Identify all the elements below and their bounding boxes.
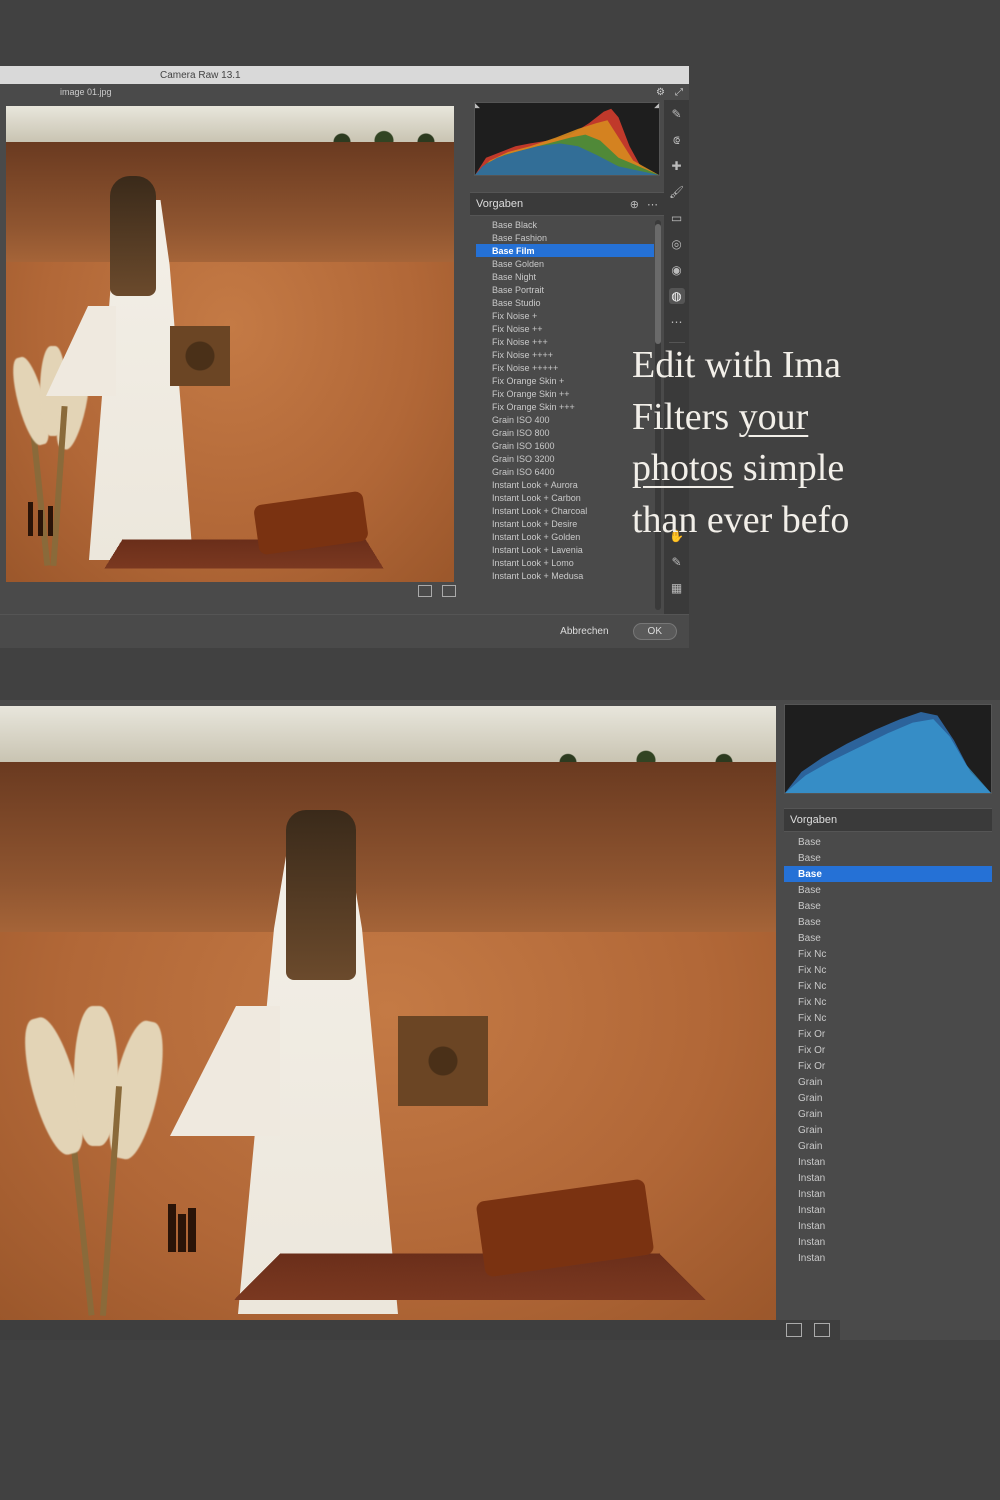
preset-item[interactable]: Base xyxy=(784,914,992,930)
preset-item[interactable]: Base xyxy=(784,866,992,882)
preset-item[interactable]: Fix Or xyxy=(784,1042,992,1058)
presets-tool-icon[interactable]: ◍ xyxy=(669,288,685,304)
preset-item[interactable]: Fix Nc xyxy=(784,994,992,1010)
preset-item[interactable]: Fix Or xyxy=(784,1026,992,1042)
preset-item[interactable]: Instant Look + Aurora xyxy=(476,478,654,491)
presets-list-large[interactable]: Base Base Base Base Base Base Base Fix N… xyxy=(784,834,992,1340)
redeye-tool-icon[interactable]: ◉ xyxy=(669,262,685,278)
preset-item[interactable]: Instan xyxy=(784,1250,992,1266)
preset-item[interactable]: Instant Look + Charcoal xyxy=(476,504,654,517)
preset-item[interactable]: Base Portrait xyxy=(476,283,654,296)
preset-item[interactable]: Grain ISO 800 xyxy=(476,426,654,439)
preset-item[interactable]: Fix Noise +++ xyxy=(476,335,654,348)
filename-bar: image 01.jpg ⚙ ⤢ xyxy=(0,84,689,100)
promo-text: Edit with Ima Filters your photos simple… xyxy=(632,340,1000,547)
preset-item[interactable]: Grain ISO 400 xyxy=(476,413,654,426)
presets-title: Vorgaben xyxy=(476,198,523,210)
image-preview-area xyxy=(0,100,470,614)
preset-item[interactable]: Base xyxy=(784,898,992,914)
preset-item[interactable]: Base Studio xyxy=(476,296,654,309)
filmstrip-split-icon[interactable] xyxy=(814,1323,830,1337)
dialog-footer: Abbrechen OK xyxy=(0,614,689,648)
image-preview[interactable] xyxy=(6,106,454,582)
presets-title-large: Vorgaben xyxy=(790,814,837,826)
heal-tool-icon[interactable]: ✚ xyxy=(669,158,685,174)
preset-item[interactable]: Fix Or xyxy=(784,1058,992,1074)
preset-item[interactable]: Instan xyxy=(784,1186,992,1202)
app-title: Camera Raw 13.1 xyxy=(160,70,241,81)
presets-panel-header-large[interactable]: Vorgaben xyxy=(784,808,992,832)
filmstrip-single-icon[interactable] xyxy=(418,585,432,597)
preset-item[interactable]: Grain xyxy=(784,1074,992,1090)
preset-item[interactable]: Fix Noise +++++ xyxy=(476,361,654,374)
sampler-tool-icon[interactable]: ✎ xyxy=(669,554,685,570)
preset-item[interactable]: Fix Noise + xyxy=(476,309,654,322)
preset-item[interactable]: Instan xyxy=(784,1170,992,1186)
grid-tool-icon[interactable]: ▦ xyxy=(669,580,685,596)
preset-item[interactable]: Instan xyxy=(784,1234,992,1250)
preset-item[interactable]: Fix Nc xyxy=(784,962,992,978)
presets-menu-icon[interactable]: ⋯ xyxy=(647,198,658,211)
preset-item[interactable]: Instant Look + Medusa xyxy=(476,569,654,582)
crop-tool-icon[interactable]: ⟃ xyxy=(669,132,685,148)
preset-item[interactable]: Fix Nc xyxy=(784,946,992,962)
filename-label: image 01.jpg xyxy=(60,87,112,97)
preset-item[interactable]: Fix Orange Skin +++ xyxy=(476,400,654,413)
preset-item[interactable]: Fix Noise ++ xyxy=(476,322,654,335)
brush-tool-icon[interactable]: 🖌 xyxy=(669,184,685,200)
camera-raw-dialog-zoomed: Vorgaben Base Base Base Base Base Base B… xyxy=(0,700,1000,1340)
more-tool-icon[interactable]: ⋯ xyxy=(669,314,685,330)
preset-item[interactable]: Fix Nc xyxy=(784,978,992,994)
preset-item[interactable]: Base xyxy=(784,850,992,866)
preset-item[interactable]: Instant Look + Golden xyxy=(476,530,654,543)
filmstrip-single-icon[interactable] xyxy=(786,1323,802,1337)
preset-item[interactable]: Fix Noise ++++ xyxy=(476,348,654,361)
fullscreen-icon[interactable]: ⤢ xyxy=(675,87,683,98)
preset-item[interactable]: Base xyxy=(784,930,992,946)
presets-panel-header[interactable]: Vorgaben ⊕ ⋯ xyxy=(470,192,664,216)
camera-raw-dialog: Camera Raw 13.1 image 01.jpg ⚙ ⤢ ◣ xyxy=(0,66,689,648)
preset-item[interactable]: Grain ISO 6400 xyxy=(476,465,654,478)
preset-item[interactable]: Base Night xyxy=(476,270,654,283)
preset-item[interactable]: Instant Look + Lavenia xyxy=(476,543,654,556)
preset-item[interactable]: Instan xyxy=(784,1202,992,1218)
preset-item[interactable]: Grain ISO 1600 xyxy=(476,439,654,452)
radial-tool-icon[interactable]: ◎ xyxy=(669,236,685,252)
preset-item[interactable]: Base Black xyxy=(476,218,654,231)
cancel-button[interactable]: Abbrechen xyxy=(546,624,622,639)
histogram-large[interactable] xyxy=(784,704,992,794)
preset-item[interactable]: Grain xyxy=(784,1106,992,1122)
preset-item[interactable]: Fix Nc xyxy=(784,1010,992,1026)
preset-item[interactable]: Fix Orange Skin ++ xyxy=(476,387,654,400)
grad-tool-icon[interactable]: ▭ xyxy=(669,210,685,226)
preset-item[interactable]: Grain xyxy=(784,1138,992,1154)
histogram[interactable]: ◣ ◢ xyxy=(474,102,660,176)
preset-item[interactable]: Fix Orange Skin + xyxy=(476,374,654,387)
window-titlebar: Camera Raw 13.1 xyxy=(0,66,689,84)
preset-item[interactable]: Grain xyxy=(784,1122,992,1138)
preset-item[interactable]: Instan xyxy=(784,1154,992,1170)
preset-item[interactable]: Base Film xyxy=(476,244,654,257)
filmstrip-split-icon[interactable] xyxy=(442,585,456,597)
edit-tool-icon[interactable]: ✎ xyxy=(669,106,685,122)
gear-icon[interactable]: ⚙ xyxy=(656,87,665,98)
preset-item[interactable]: Base xyxy=(784,882,992,898)
preset-item[interactable]: Instant Look + Carbon xyxy=(476,491,654,504)
preset-item[interactable]: Base xyxy=(784,834,992,850)
preset-item[interactable]: Base Golden xyxy=(476,257,654,270)
preset-item[interactable]: Grain ISO 3200 xyxy=(476,452,654,465)
ok-button[interactable]: OK xyxy=(633,623,677,640)
image-preview-large[interactable] xyxy=(0,706,776,1322)
preset-item[interactable]: Grain xyxy=(784,1090,992,1106)
presets-add-icon[interactable]: ⊕ xyxy=(630,198,639,211)
preset-item[interactable]: Instan xyxy=(784,1218,992,1234)
preset-item[interactable]: Instant Look + Lomo xyxy=(476,556,654,569)
preset-item[interactable]: Base Fashion xyxy=(476,231,654,244)
preset-item[interactable]: Instant Look + Desire xyxy=(476,517,654,530)
